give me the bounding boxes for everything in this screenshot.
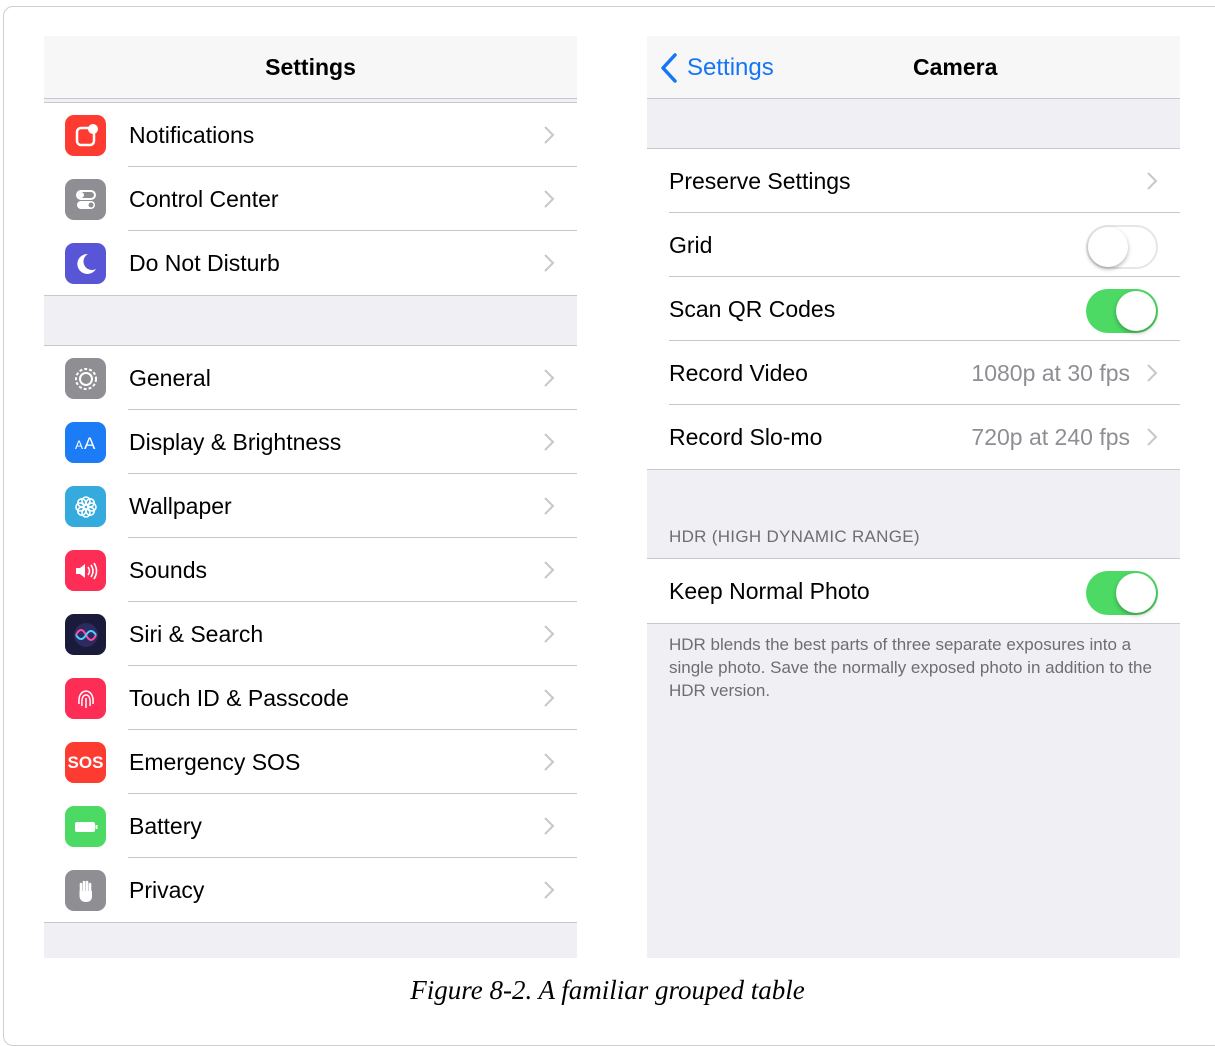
chevron-right-icon: [544, 689, 555, 707]
settings-group-1: Notifications Control Center Do Not Dist…: [44, 102, 577, 296]
settings-row-siri[interactable]: Siri & Search: [44, 602, 577, 666]
flower-icon: [65, 486, 106, 527]
navigation-bar: Settings: [44, 36, 577, 99]
chevron-right-icon: [1147, 364, 1158, 382]
row-label: Keep Normal Photo: [669, 578, 870, 604]
row-label: Do Not Disturb: [129, 250, 280, 276]
page-title: Camera: [913, 54, 998, 80]
notifications-icon: [65, 115, 106, 156]
grid-toggle[interactable]: [1086, 225, 1158, 269]
svg-text:A: A: [75, 438, 83, 452]
chevron-right-icon: [544, 753, 555, 771]
row-label: Notifications: [129, 122, 255, 148]
row-label: Display & Brightness: [129, 429, 342, 455]
row-label: Battery: [129, 813, 202, 839]
moon-icon: [65, 243, 106, 284]
settings-row-sounds[interactable]: Sounds: [44, 538, 577, 602]
settings-row-notifications[interactable]: Notifications: [44, 103, 577, 167]
settings-row-do-not-disturb[interactable]: Do Not Disturb: [44, 231, 577, 295]
scan-qr-toggle[interactable]: [1086, 289, 1158, 333]
siri-icon: [65, 614, 106, 655]
record-slomo-row[interactable]: Record Slo-mo 720p at 240 fps: [647, 405, 1180, 469]
chevron-right-icon: [544, 817, 555, 835]
row-label: Touch ID & Passcode: [129, 685, 349, 711]
settings-row-touch-id[interactable]: Touch ID & Passcode: [44, 666, 577, 730]
chevron-right-icon: [1147, 428, 1158, 446]
record-video-row[interactable]: Record Video 1080p at 30 fps: [647, 341, 1180, 405]
row-label: Record Video: [669, 360, 808, 386]
battery-icon: [65, 806, 106, 847]
settings-row-display[interactable]: AA Display & Brightness: [44, 410, 577, 474]
hdr-section-header: HDR (HIGH DYNAMIC RANGE): [669, 527, 920, 546]
row-label: Record Slo-mo: [669, 424, 823, 450]
grid-row: Grid: [647, 213, 1180, 277]
navigation-bar: Settings Camera: [647, 36, 1180, 99]
chevron-left-icon: [661, 53, 677, 83]
row-detail-value: 720p at 240 fps: [971, 424, 1130, 450]
settings-row-general[interactable]: General: [44, 346, 577, 410]
settings-row-control-center[interactable]: Control Center: [44, 167, 577, 231]
hand-icon: [65, 870, 106, 911]
figure-caption: Figure 8-2. A familiar grouped table: [410, 975, 805, 1005]
preserve-settings-row[interactable]: Preserve Settings: [647, 149, 1180, 213]
camera-settings-screen: Settings Camera Preserve Settings Grid S…: [647, 36, 1180, 958]
chevron-right-icon: [544, 369, 555, 387]
chevron-right-icon: [544, 433, 555, 451]
settings-screen: Settings Notifications Control Center Do…: [44, 36, 577, 958]
settings-row-emergency-sos[interactable]: SOS Emergency SOS: [44, 730, 577, 794]
row-label: Grid: [669, 232, 713, 258]
settings-row-wallpaper[interactable]: Wallpaper: [44, 474, 577, 538]
scan-qr-row: Scan QR Codes: [647, 277, 1180, 341]
gear-icon: [65, 358, 106, 399]
settings-row-privacy[interactable]: Privacy: [44, 858, 577, 922]
settings-row-battery[interactable]: Battery: [44, 794, 577, 858]
text-size-icon: AA: [65, 422, 106, 463]
row-label: Preserve Settings: [669, 168, 851, 194]
chevron-right-icon: [544, 497, 555, 515]
row-label: Control Center: [129, 186, 279, 212]
back-label: Settings: [687, 54, 774, 81]
chevron-right-icon: [544, 881, 555, 899]
row-label: Privacy: [129, 877, 205, 903]
sos-icon: SOS: [65, 742, 106, 783]
svg-text:A: A: [84, 434, 96, 453]
chevron-right-icon: [544, 561, 555, 579]
row-label: Wallpaper: [129, 493, 232, 519]
chevron-right-icon: [1147, 172, 1158, 190]
chevron-right-icon: [544, 126, 555, 144]
row-label: Siri & Search: [129, 621, 264, 647]
fingerprint-icon: [65, 678, 106, 719]
page-title: Settings: [265, 54, 356, 80]
back-button[interactable]: Settings: [659, 52, 774, 84]
control-center-icon: [65, 179, 106, 220]
keep-normal-photo-row: Keep Normal Photo: [647, 559, 1180, 623]
chevron-right-icon: [544, 625, 555, 643]
row-label: General: [129, 365, 211, 391]
row-detail-value: 1080p at 30 fps: [971, 360, 1130, 386]
hdr-section-footer: HDR blends the best parts of three separ…: [669, 635, 1152, 700]
row-label: Scan QR Codes: [669, 296, 836, 322]
camera-group-1: Preserve Settings Grid Scan QR Codes Rec…: [647, 148, 1180, 470]
speaker-icon: [65, 550, 106, 591]
camera-group-hdr: Keep Normal Photo: [647, 558, 1180, 624]
settings-group-2: General AA Display & Brightness Wallpape…: [44, 345, 577, 923]
chevron-right-icon: [544, 254, 555, 272]
row-label: Emergency SOS: [129, 749, 301, 775]
chevron-right-icon: [544, 190, 555, 208]
keep-normal-photo-toggle[interactable]: [1086, 571, 1158, 615]
row-label: Sounds: [129, 557, 208, 583]
